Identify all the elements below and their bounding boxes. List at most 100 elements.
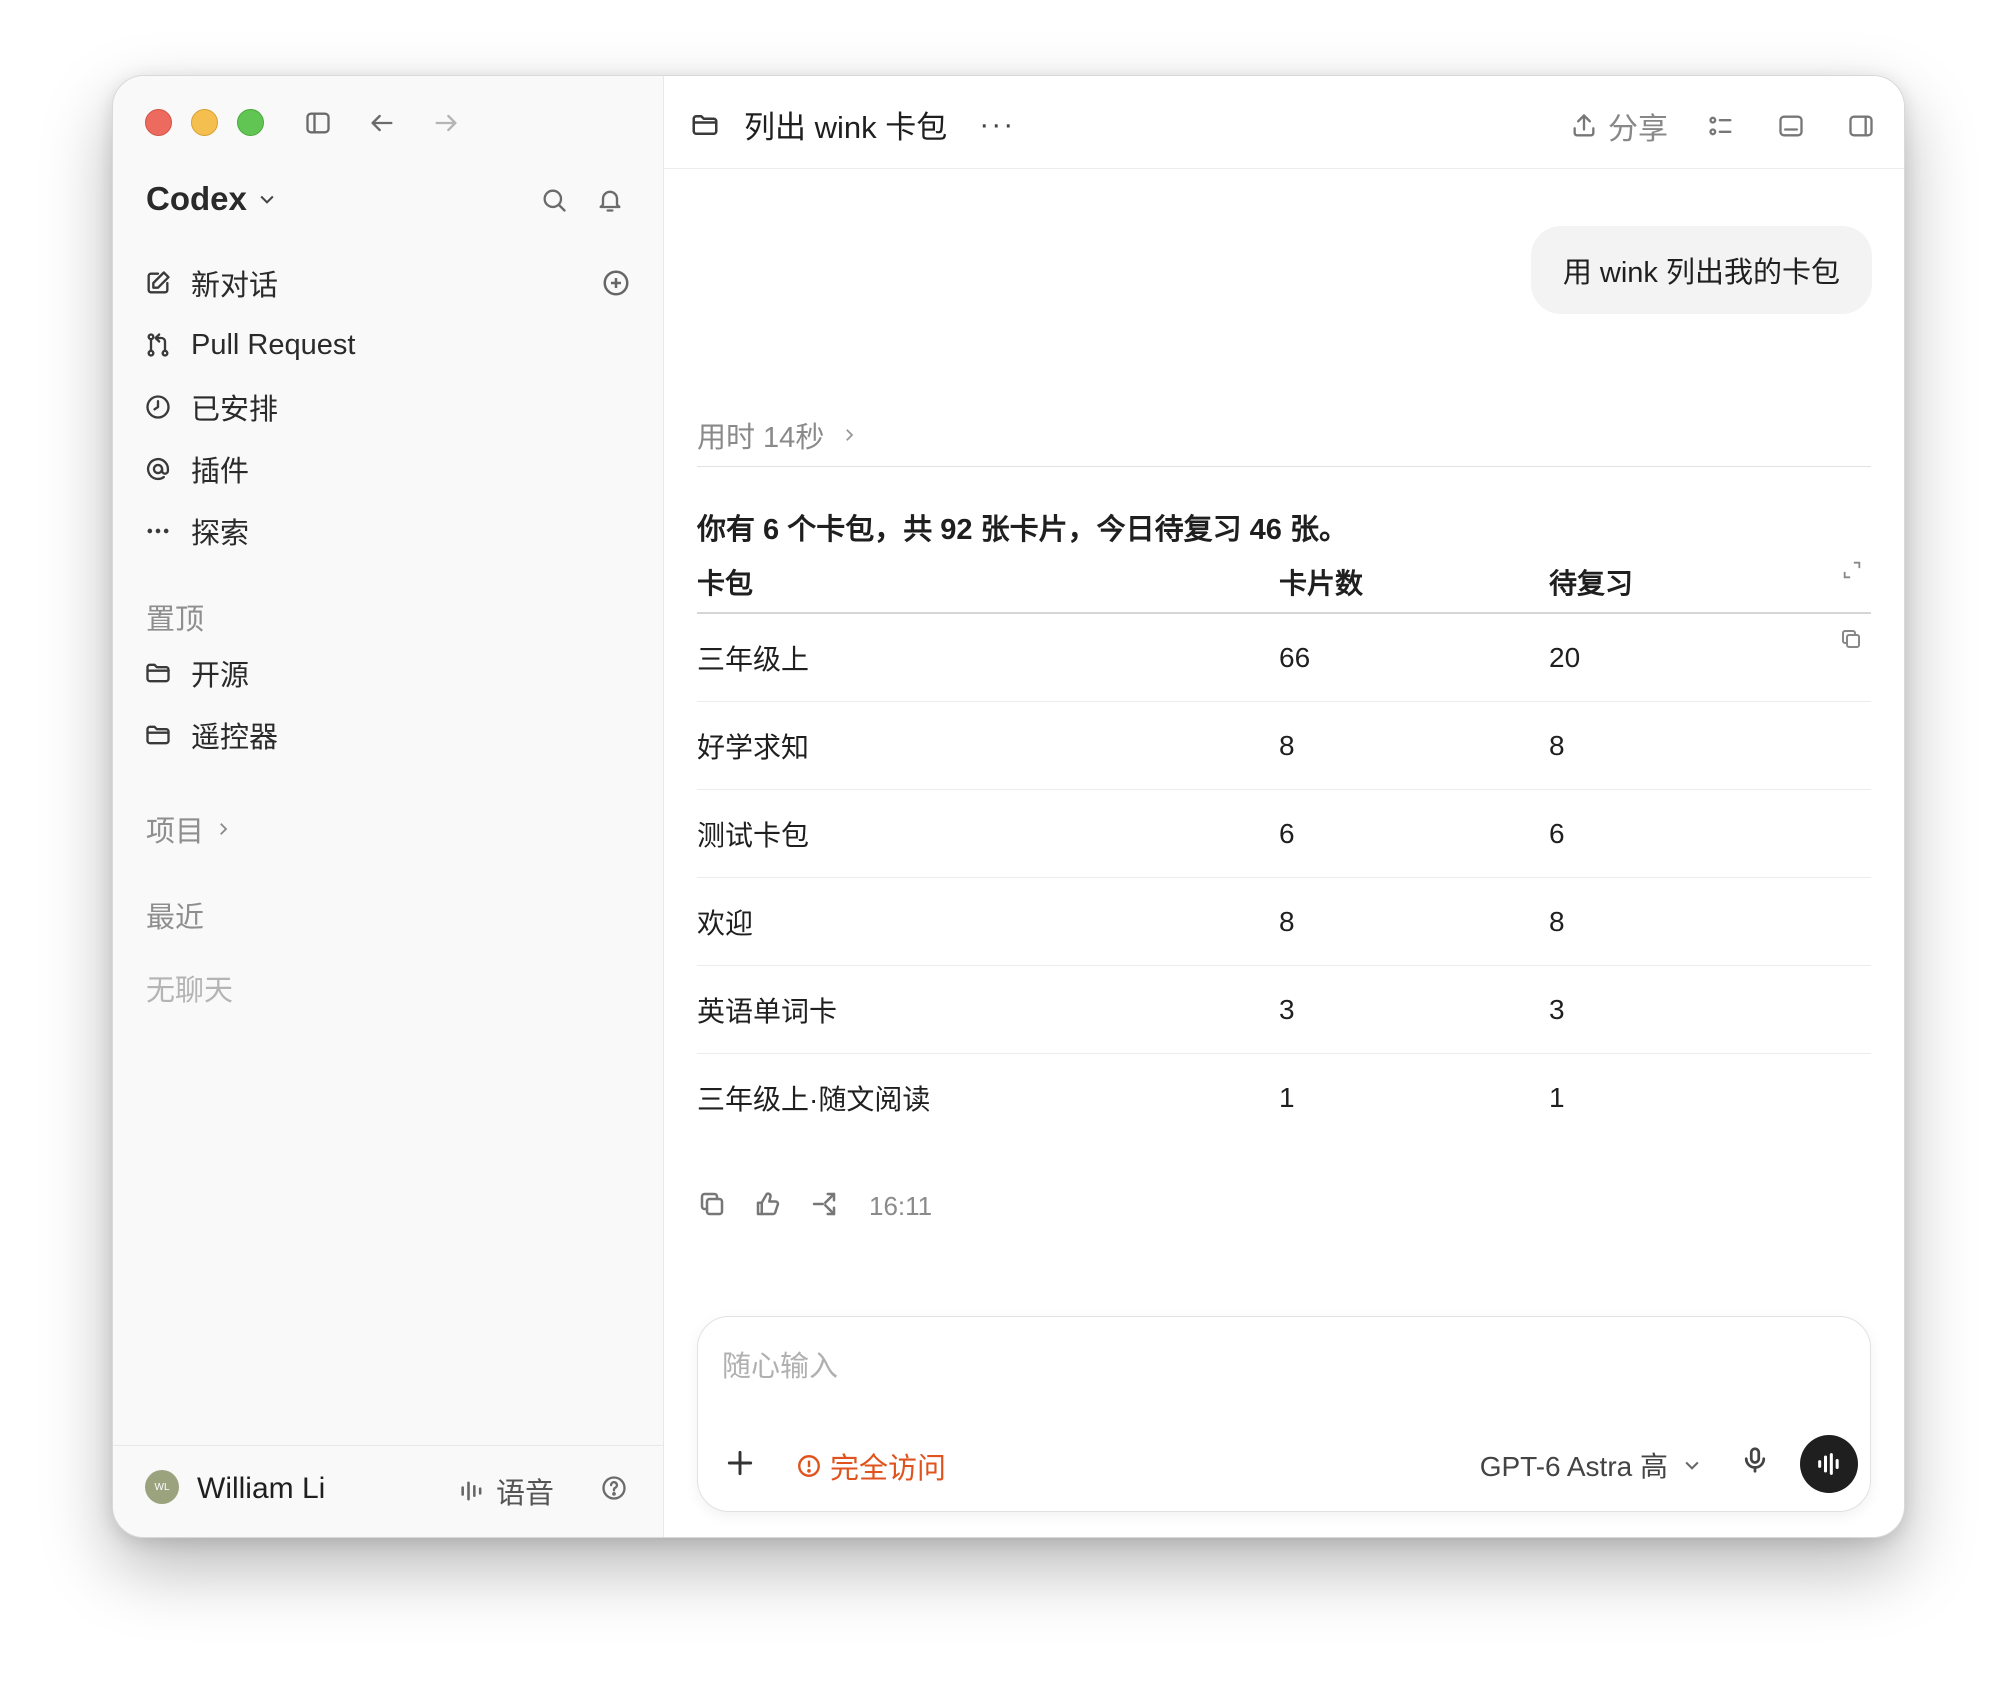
sidebar-item-label: 插件 [191, 456, 250, 488]
cell-card-count: 8 [1279, 905, 1295, 937]
model-selector[interactable]: GPT-6 Astra 高 [1480, 1445, 1702, 1485]
composer-toolbar: 完全访问 GPT-6 Astra 高 [698, 1425, 1870, 1511]
app-name: Codex [146, 180, 247, 217]
access-level-button[interactable]: 完全访问 [796, 1445, 946, 1487]
minimize-window-button[interactable] [191, 109, 218, 136]
cell-deck: 三年级上·随文阅读 [697, 1084, 931, 1115]
chevron-down-icon [1685, 1461, 1699, 1470]
table-row: 三年级上 66 20 [697, 614, 1871, 702]
sidebar-item-label: 新对话 [191, 270, 279, 302]
cell-due: 20 [1549, 641, 1581, 673]
sidebar-item-remote-control[interactable]: 遥控器 [143, 704, 639, 766]
copy-table-icon[interactable] [1839, 626, 1863, 658]
cell-card-count: 3 [1279, 993, 1295, 1025]
recent-empty-text: 无聊天 [146, 975, 234, 1007]
chevron-down-icon [260, 195, 274, 204]
avatar[interactable]: WL [145, 1470, 179, 1504]
app-switcher[interactable]: Codex [146, 180, 277, 218]
bottom-panel-icon[interactable] [1774, 109, 1808, 143]
user-message-bubble: 用 wink 列出我的卡包 [1530, 226, 1872, 314]
sidebar-footer: WL William Li 语音 [113, 1445, 663, 1537]
table-row: 欢迎 8 8 [697, 878, 1871, 966]
sidebar: Codex 新对话 Pull Request 已安排 插件 探索 置顶 开源 遥… [113, 76, 664, 1537]
toggle-sidebar-icon[interactable] [301, 106, 335, 140]
cell-due: 8 [1549, 729, 1565, 761]
chevron-right-icon [846, 429, 854, 441]
cell-due: 1 [1549, 1082, 1565, 1113]
cell-deck: 三年级上 [697, 643, 810, 675]
folder-icon [692, 114, 718, 135]
topbar-actions: 分享 [1570, 104, 1878, 148]
thinking-duration-toggle[interactable]: 用时 14秒 [697, 414, 858, 456]
sidebar-item-plugins[interactable]: 插件 [143, 438, 639, 500]
sidebar-item-pull-request[interactable]: Pull Request [143, 314, 639, 376]
projects-section-toggle[interactable]: 项目 [146, 808, 232, 850]
microphone-icon[interactable] [1740, 1445, 1770, 1480]
copy-icon[interactable] [697, 1189, 727, 1224]
pinned-list: 开源 遥控器 [143, 642, 639, 766]
share-label: 分享 [1608, 113, 1668, 146]
voice-button[interactable]: 语音 [458, 1470, 554, 1512]
at-sign-icon [143, 454, 173, 484]
sidebar-actions [537, 183, 627, 217]
sidebar-item-label: 探索 [191, 518, 250, 550]
folder-icon [143, 658, 173, 688]
pinned-section-label: 置顶 [146, 604, 205, 636]
share-icon [1573, 114, 1595, 137]
cell-deck: 英语单词卡 [697, 995, 838, 1027]
git-pull-request-icon [143, 330, 173, 360]
conversation-title[interactable]: 列出 wink 卡包 [744, 102, 947, 147]
cell-due: 6 [1549, 817, 1565, 849]
cell-deck: 好学求知 [697, 731, 810, 763]
right-panel-icon[interactable] [1844, 109, 1878, 143]
table-header: 卡包 卡片数 待复习 [697, 556, 1871, 614]
conversation-header: 列出 wink 卡包 ··· [690, 102, 1015, 147]
column-header-card-count: 卡片数 [1279, 568, 1364, 599]
bell-icon[interactable] [593, 183, 627, 217]
table-row: 测试卡包 6 6 [697, 790, 1871, 878]
share-button[interactable]: 分享 [1570, 104, 1668, 148]
sidebar-item-open-source[interactable]: 开源 [143, 642, 639, 704]
back-arrow-icon[interactable] [365, 106, 399, 140]
app-window: Codex 新对话 Pull Request 已安排 插件 探索 置顶 开源 遥… [112, 75, 1905, 1538]
cell-deck: 测试卡包 [697, 819, 810, 851]
more-options-button[interactable]: ··· [979, 108, 1015, 142]
close-window-button[interactable] [145, 109, 172, 136]
zoom-window-button[interactable] [237, 109, 264, 136]
column-header-deck: 卡包 [697, 568, 754, 599]
chat-main: 列出 wink 卡包 ··· 分享 用 wink 列出我的卡包 用时 14秒 你… [664, 76, 1904, 1537]
recent-section-label: 最近 [146, 902, 205, 934]
search-icon[interactable] [537, 183, 571, 217]
message-input[interactable]: 随心输入 [722, 1343, 838, 1385]
new-chat-plus-icon[interactable] [601, 268, 631, 306]
fork-branch-icon[interactable] [809, 1189, 839, 1224]
table-row: 好学求知 8 8 [697, 702, 1871, 790]
expand-table-icon[interactable] [1841, 556, 1863, 588]
sidebar-item-label: 遥控器 [191, 722, 279, 754]
sidebar-toolbar [301, 106, 463, 140]
sidebar-item-scheduled[interactable]: 已安排 [143, 376, 639, 438]
thumbs-feedback-icon[interactable] [753, 1189, 783, 1224]
attach-plus-icon[interactable] [724, 1447, 756, 1484]
edit-icon [143, 268, 173, 298]
voice-mode-button[interactable] [1800, 1435, 1858, 1493]
table-row: 三年级上·随文阅读 1 1 [697, 1054, 1871, 1142]
cell-card-count: 66 [1279, 641, 1311, 673]
topbar: 列出 wink 卡包 ··· 分享 [664, 76, 1904, 169]
cell-due: 8 [1549, 905, 1565, 937]
projects-section-label: 项目 [146, 816, 205, 848]
forward-arrow-icon[interactable] [429, 106, 463, 140]
user-name[interactable]: William Li [197, 1472, 325, 1506]
access-level-label: 完全访问 [830, 1453, 947, 1485]
table-row: 英语单词卡 3 3 [697, 966, 1871, 1054]
thinking-label: 用时 14秒 [697, 422, 825, 454]
sidebar-item-new-chat[interactable]: 新对话 [143, 252, 639, 314]
help-icon[interactable] [597, 1471, 631, 1505]
sidebar-item-explore[interactable]: 探索 [143, 500, 639, 562]
model-label: GPT-6 Astra 高 [1479, 1451, 1668, 1482]
sidebar-item-label: Pull Request [191, 328, 356, 361]
folder-icon [143, 720, 173, 750]
task-list-icon[interactable] [1704, 109, 1738, 143]
waveform-icon [461, 1481, 482, 1501]
divider [697, 466, 1871, 467]
